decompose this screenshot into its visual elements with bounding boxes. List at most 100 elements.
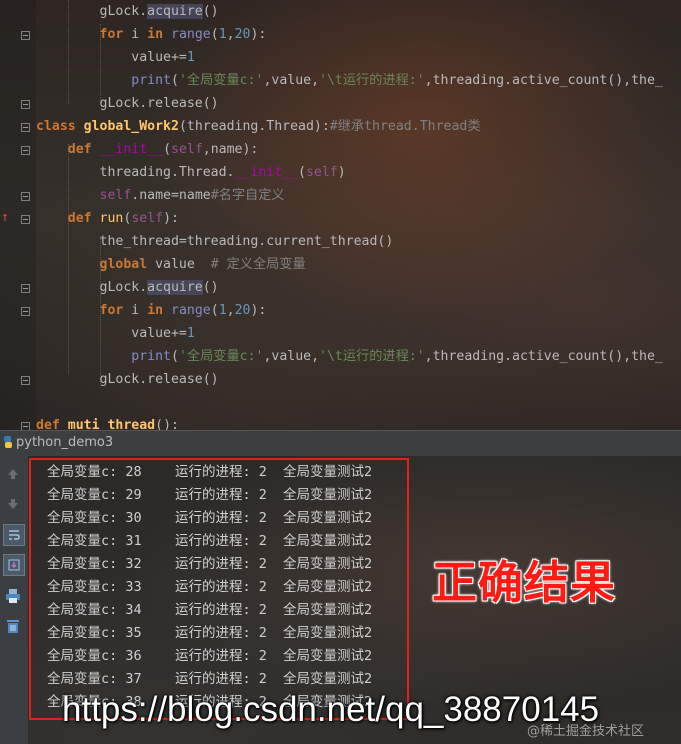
code-token: ,: [226, 303, 235, 318]
code-token: self: [171, 142, 203, 157]
code-token: in: [147, 27, 164, 42]
code-token: value: [147, 257, 211, 272]
code-token: (): [202, 280, 219, 295]
code-token: value+=: [36, 326, 187, 341]
code-token: gLock.release(): [36, 96, 219, 111]
code-line[interactable]: value+=1: [36, 47, 195, 69]
code-token: def: [67, 142, 92, 157]
code-token: global: [99, 257, 148, 272]
code-token: (: [298, 165, 306, 180]
code-token: def: [36, 418, 60, 430]
code-token: acquire: [147, 280, 203, 295]
code-line[interactable]: gLock.release(): [36, 93, 219, 115]
print-icon[interactable]: [3, 586, 23, 606]
fold-marker-icon[interactable]: [21, 215, 30, 224]
code-token: gLock.release(): [36, 372, 219, 387]
code-line[interactable]: def muti_thread():: [36, 415, 179, 430]
fold-marker-icon[interactable]: [21, 284, 30, 293]
code-token: the_thread=threading.current_thread(): [36, 234, 394, 249]
watermark-url: https://blog.csdn.net/qq_38870145: [62, 690, 600, 729]
highlight-box: [29, 458, 409, 720]
code-line[interactable]: global value # 定义全局变量: [36, 254, 306, 276]
code-line[interactable]: value+=1: [36, 323, 195, 345]
code-line[interactable]: self.name=name#名字自定义: [36, 185, 285, 207]
code-line[interactable]: the_thread=threading.current_thread(): [36, 231, 394, 253]
fold-marker-icon[interactable]: [21, 307, 30, 316]
fold-marker-icon[interactable]: [21, 146, 30, 155]
code-line[interactable]: class global_Work2(threading.Thread):#继承…: [36, 116, 481, 138]
run-config-title[interactable]: python_demo3: [16, 435, 113, 450]
code-token: self: [99, 188, 132, 203]
code-token: ):: [250, 303, 267, 318]
code-token: muti_thread: [67, 418, 156, 430]
arrow-down-icon[interactable]: [3, 494, 23, 514]
indent-guide: [68, 0, 69, 104]
run-toolbar: [0, 456, 29, 744]
fold-marker-icon[interactable]: [21, 123, 30, 132]
code-token: print: [131, 73, 171, 88]
code-token: (: [163, 142, 172, 157]
code-token: ): [337, 165, 346, 180]
scroll-to-end-icon[interactable]: [3, 554, 25, 576]
code-token: range: [171, 303, 211, 318]
run-tool-window-header: python_demo3: [0, 430, 681, 456]
code-token: (: [210, 27, 219, 42]
code-token: range: [171, 27, 211, 42]
arrow-up-icon[interactable]: [3, 464, 23, 484]
code-token: for: [99, 303, 124, 318]
override-method-icon[interactable]: ↑: [1, 211, 9, 224]
code-line[interactable]: threading.Thread.__init__(self): [36, 162, 346, 184]
code-token: '\t运行的进程:': [319, 349, 425, 364]
code-line[interactable]: for i in range(1,20):: [36, 24, 267, 46]
code-token: __init__: [234, 165, 299, 180]
indent-guide: [68, 144, 69, 374]
soft-wrap-icon[interactable]: [3, 524, 25, 546]
code-line[interactable]: print('全局变量c:',value,'\t运行的进程:',threadin…: [36, 70, 663, 92]
code-line[interactable]: print('全局变量c:',value,'\t运行的进程:',threadin…: [36, 346, 663, 368]
code-token: global_Work2: [83, 119, 179, 134]
code-token: self: [131, 211, 164, 226]
code-token: ():: [155, 418, 179, 430]
code-token: 20: [234, 27, 251, 42]
code-token: (): [202, 4, 219, 19]
code-line[interactable]: gLock.release(): [36, 369, 219, 391]
code-token: for: [99, 27, 124, 42]
fold-marker-icon[interactable]: [21, 31, 30, 40]
code-token: gLock.: [36, 4, 148, 19]
code-line[interactable]: gLock.acquire(): [36, 277, 219, 299]
code-token: ,value,: [263, 73, 320, 88]
code-token: self: [305, 165, 338, 180]
code-token: (threading.Thread):: [178, 119, 330, 134]
code-token: #继承thread.Thread类: [329, 119, 481, 134]
annotation-label: 正确结果: [432, 556, 617, 609]
code-line[interactable]: gLock.acquire(): [36, 1, 219, 23]
code-editor[interactable]: gLock.acquire() for i in range(1,20): va…: [0, 0, 681, 430]
fold-marker-icon[interactable]: [21, 100, 30, 109]
code-token: class: [36, 119, 76, 134]
code-line[interactable]: def __init__(self,name):: [36, 139, 259, 161]
code-token: (: [170, 349, 179, 364]
code-line[interactable]: def run(self):: [36, 208, 179, 230]
code-token: ):: [163, 211, 179, 226]
fold-marker-icon[interactable]: [21, 422, 30, 430]
code-line[interactable]: for i in range(1,20):: [36, 300, 267, 322]
code-token: 20: [234, 303, 251, 318]
indent-guide: [100, 24, 101, 104]
fold-marker-icon[interactable]: [21, 376, 30, 385]
code-token: (: [170, 73, 179, 88]
code-token: '全局变量c:': [178, 73, 264, 88]
trash-icon[interactable]: [3, 616, 23, 636]
code-token: 1: [186, 326, 195, 341]
code-token: __init__: [99, 142, 164, 157]
fold-marker-icon[interactable]: [21, 192, 30, 201]
code-token: '\t运行的进程:': [319, 73, 425, 88]
code-token: 1: [218, 27, 227, 42]
